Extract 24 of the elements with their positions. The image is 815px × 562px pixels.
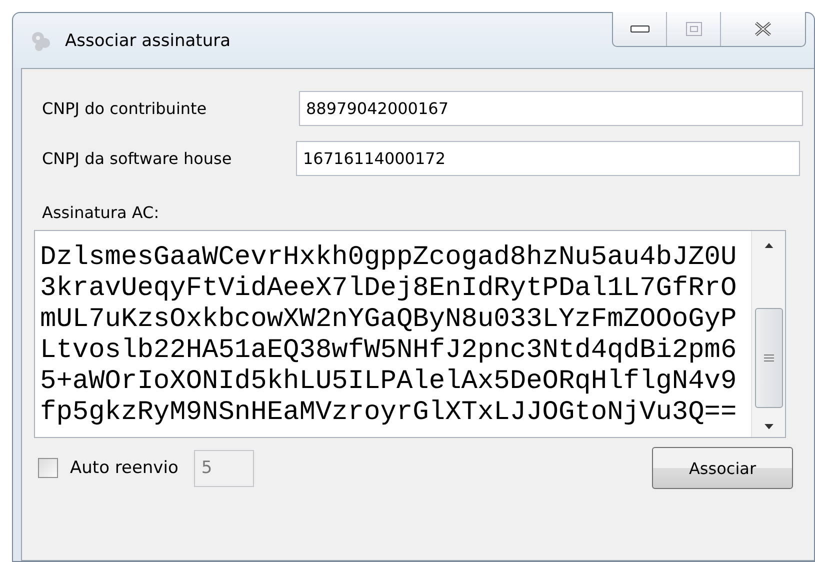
scroll-up-icon[interactable] bbox=[764, 243, 774, 248]
window-title: Associar assinatura bbox=[65, 30, 231, 50]
signature-text-line: Ltvoslb22HA51aEQ38wfW5NHfJ2pnc3Ntd4qdBi2pm6 bbox=[40, 336, 738, 367]
auto-resend-label: Auto reenvio bbox=[70, 458, 178, 478]
signature-text-area[interactable] bbox=[34, 230, 786, 438]
maximize-icon bbox=[686, 22, 702, 36]
signature-text-line: mUL7uKzsOxkbcowXW2nYGaQByN8u033LYzFmZOOoGyP bbox=[40, 305, 738, 336]
input-field[interactable]: 88979042000167 bbox=[299, 91, 803, 126]
scroll-down-icon[interactable] bbox=[764, 424, 774, 429]
close-icon bbox=[754, 21, 772, 37]
signature-text-line: 5+aWOrIoXONId5khLU5ILPAlelAx5DeORqHlflgN4v9 bbox=[40, 367, 738, 398]
auto-resend-checkbox[interactable] bbox=[38, 458, 58, 478]
field-label: CNPJ do contribuinte bbox=[42, 99, 208, 118]
signature-text-line: 3kravUeqyFtVidAeeX7lDej8EnIdRytPDal1L7GfRrO bbox=[40, 274, 738, 305]
associate-button[interactable]: Associar bbox=[652, 447, 793, 489]
minimize-icon bbox=[630, 25, 650, 33]
vertical-scrollbar[interactable] bbox=[751, 231, 785, 437]
signature-text-line: fp5gkzRyM9NSnHEaMVzroyrGlXTxLJJOGtoNjVu3Q== bbox=[40, 398, 738, 429]
field-label: CNPJ da software house bbox=[42, 149, 233, 168]
input-field[interactable]: 16716114000172 bbox=[296, 141, 800, 176]
signature-text-line: DzlsmesGaaWCevrHxkh0gppZcogad8hzNu5au4bJZ0U bbox=[40, 243, 738, 274]
signature-label: Assinatura AC: bbox=[42, 203, 160, 222]
resend-count-field[interactable]: 5 bbox=[194, 450, 254, 486]
scroll-thumb[interactable] bbox=[754, 308, 782, 408]
